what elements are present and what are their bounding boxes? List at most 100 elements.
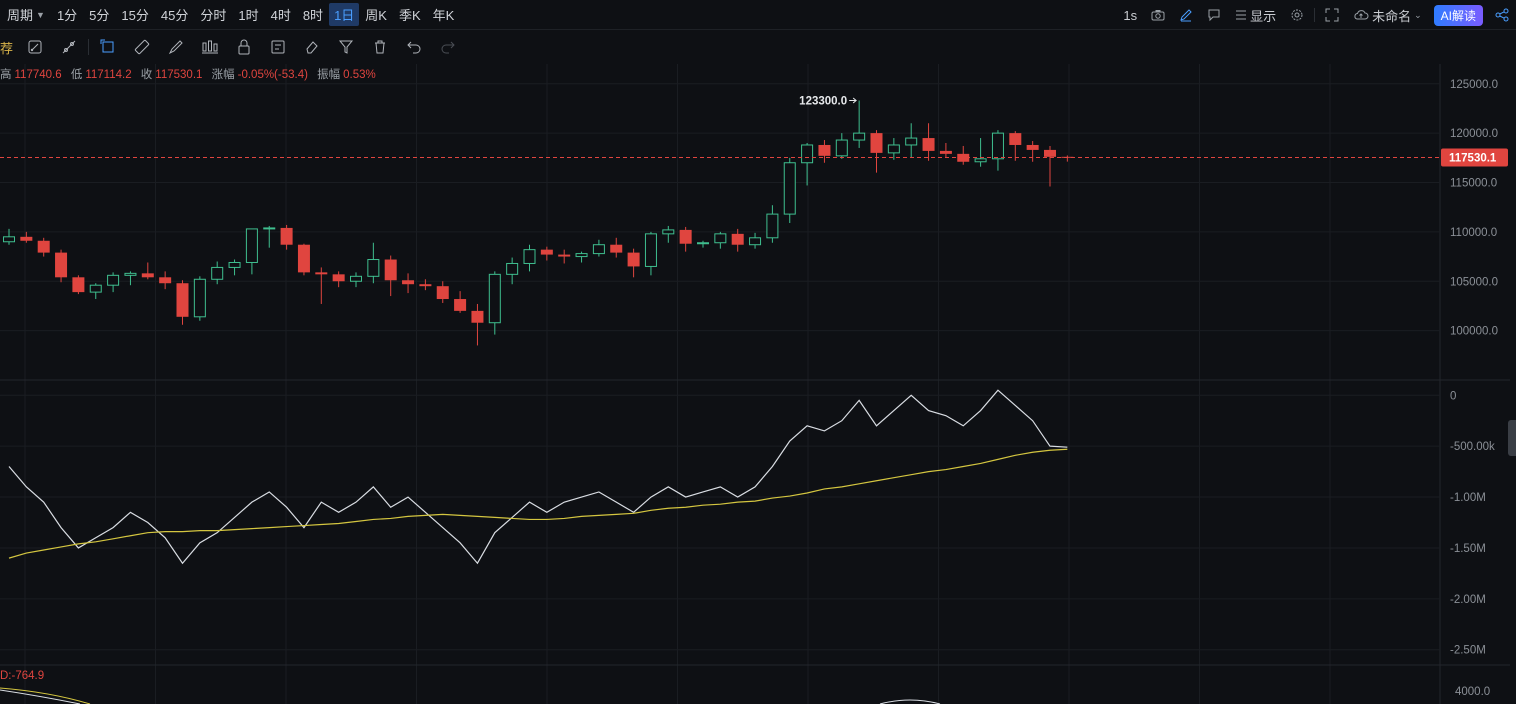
trendline-icon[interactable] <box>52 35 86 59</box>
candle-body-up <box>853 132 866 141</box>
low-value: 117114.2 <box>85 69 132 81</box>
timeframe-10[interactable]: 季K <box>393 5 427 24</box>
timeframe-0[interactable]: 1分 <box>51 5 83 24</box>
candle-body-up <box>749 237 762 246</box>
candle-body-down <box>731 233 744 245</box>
change-label: 涨幅 <box>211 69 235 81</box>
brush-icon[interactable] <box>159 35 193 59</box>
indicator-tick-label: -500.00k <box>1450 441 1495 453</box>
macd-tick-label: 4000.0 <box>1455 686 1490 698</box>
layout-dropdown[interactable]: 未命名 ⌄ <box>1346 6 1429 25</box>
comment-icon[interactable] <box>1200 8 1228 22</box>
interval-button[interactable]: 1s <box>1116 8 1144 23</box>
candle-body-down <box>55 252 68 278</box>
candle-body-down <box>610 244 623 253</box>
candle-body-up <box>697 242 709 245</box>
candle-body-up <box>592 244 605 255</box>
candle-body-up <box>783 162 796 215</box>
indicator-lines <box>0 389 1068 704</box>
candle-body-up <box>3 236 15 243</box>
pencil-icon[interactable] <box>1172 8 1200 22</box>
lock-icon[interactable] <box>227 35 261 59</box>
timeframe-7[interactable]: 8时 <box>297 5 329 24</box>
candle-body-down <box>20 236 33 241</box>
candle-body-down <box>558 254 571 257</box>
price-tick-label: 120000.0 <box>1450 128 1498 140</box>
timeframe-5[interactable]: 1时 <box>232 5 264 24</box>
candle-body-down <box>436 286 449 300</box>
candle-body-down <box>72 277 85 293</box>
change-value: -0.05%(-53.4) <box>237 69 308 81</box>
candle-body-down <box>1009 133 1022 145</box>
timeframe-11[interactable]: 年K <box>427 5 461 24</box>
candle-body-up <box>228 261 241 268</box>
candle-body-up <box>107 274 120 286</box>
high-label: 高 <box>0 69 12 81</box>
recommend-tool[interactable]: 荐 <box>0 35 18 59</box>
timeframe-9[interactable]: 周K <box>359 5 393 24</box>
candle-body-down <box>870 133 883 153</box>
candle-body-down <box>159 277 172 284</box>
timeframe-8[interactable]: 1日 <box>329 3 360 26</box>
camera-icon[interactable] <box>1144 9 1172 21</box>
macd-line <box>879 699 941 704</box>
candle-body-down <box>332 274 345 282</box>
candle-tool-icon[interactable] <box>193 35 227 59</box>
filter-icon[interactable] <box>329 35 363 59</box>
magnet-icon[interactable] <box>18 35 52 59</box>
candle-body-up <box>905 137 918 146</box>
pane-resize-handle[interactable] <box>1508 420 1516 456</box>
share-icon[interactable] <box>1488 8 1516 22</box>
candle-body-up <box>523 249 536 264</box>
candle-body-up <box>124 272 137 276</box>
ruler-icon[interactable] <box>125 35 159 59</box>
candle-body-down <box>922 138 935 151</box>
indicator-tick-label: -1.00M <box>1450 492 1486 504</box>
divider <box>1314 8 1316 22</box>
price-lines: 117530.1 123300.0 <box>0 96 1508 167</box>
timeframe-4[interactable]: 分时 <box>194 5 232 24</box>
candle-body-up <box>801 144 814 164</box>
right-toolbar: 1s 显示 未命名 ⌄ AI解读 <box>1116 0 1516 30</box>
candle-body-up <box>766 213 779 239</box>
select-icon[interactable] <box>91 35 125 59</box>
indicator-tick-label: -2.00M <box>1450 594 1486 606</box>
candle-body-up <box>506 262 519 275</box>
candle-body-down <box>280 227 293 245</box>
candle-body-down <box>627 252 640 267</box>
template-icon[interactable] <box>261 35 295 59</box>
macd-signal-line <box>0 687 91 704</box>
candlestick-series <box>3 100 1074 346</box>
chart-canvas[interactable]: 117530.1 123300.0 125000.0 120000.0 115000.… <box>0 0 1516 704</box>
candle-body-down <box>402 280 415 285</box>
timeframe-2[interactable]: 15分 <box>115 5 154 24</box>
candle-body-down <box>939 150 952 154</box>
fullscreen-icon[interactable] <box>1318 8 1346 22</box>
candle-body-down <box>176 283 189 317</box>
candle-body-up <box>263 227 276 230</box>
undo-icon[interactable] <box>397 35 431 59</box>
timeframe-3[interactable]: 45分 <box>155 5 194 24</box>
trash-icon[interactable] <box>363 35 397 59</box>
candle-body-down <box>419 284 432 287</box>
display-button[interactable]: 显示 <box>1228 6 1283 25</box>
redo-icon[interactable] <box>431 35 465 59</box>
candle-body-up <box>193 278 206 318</box>
candle-body-up <box>488 273 501 324</box>
candle-body-up <box>245 228 258 263</box>
eraser-icon[interactable] <box>295 35 329 59</box>
ai-interpret-button[interactable]: AI解读 <box>1433 4 1483 26</box>
low-label: 低 <box>70 69 83 81</box>
candle-body-up <box>89 284 102 293</box>
timeframe-1[interactable]: 5分 <box>83 5 115 24</box>
period-dropdown[interactable]: 周期 ▼ <box>0 5 51 24</box>
candle-body-down <box>297 244 310 273</box>
macd-value-label: D:-764.9 <box>0 670 45 682</box>
timeframe-6[interactable]: 4时 <box>265 5 297 24</box>
high-annotation-label: 123300.0 <box>799 96 847 108</box>
candle-body-up <box>991 132 1004 160</box>
top-bar: 周期 ▼ 1分 5分 15分 45分 分时 1时 4时 8时 1日 周K 季K 年K 1s 显示 未命… <box>0 0 1516 30</box>
candle-body-down <box>37 240 50 253</box>
candle-body-up <box>644 233 657 267</box>
settings-icon[interactable] <box>1283 8 1311 22</box>
